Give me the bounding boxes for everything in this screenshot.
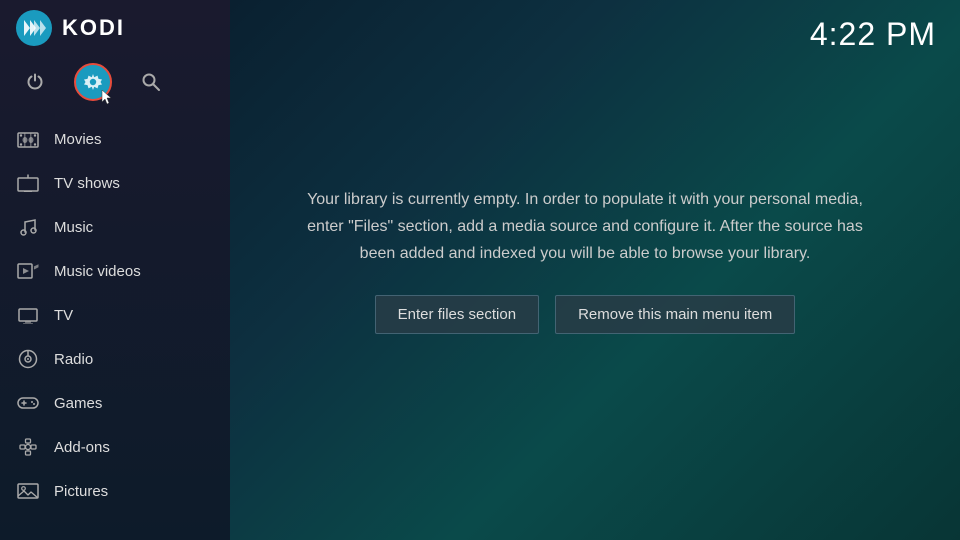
add-ons-label: Add-ons — [54, 439, 110, 456]
main-content: 4:22 PM Your library is currently empty.… — [230, 0, 960, 540]
settings-button[interactable] — [74, 63, 112, 101]
games-icon — [16, 391, 40, 415]
time-display: 4:22 PM — [810, 16, 936, 53]
music-label: Music — [54, 219, 93, 236]
empty-library-section: Your library is currently empty. In orde… — [230, 0, 960, 540]
search-icon — [141, 72, 161, 92]
remove-menu-item-button[interactable]: Remove this main menu item — [555, 295, 795, 334]
music-icon — [16, 215, 40, 239]
enter-files-section-button[interactable]: Enter files section — [375, 295, 539, 334]
sidebar-item-movies[interactable]: Movies — [0, 117, 230, 161]
search-button[interactable] — [132, 63, 170, 101]
tv-label: TV — [54, 307, 73, 324]
action-buttons-row: Enter files section Remove this main men… — [375, 295, 796, 334]
sidebar-header: KODI — [0, 0, 230, 55]
sidebar-item-games[interactable]: Games — [0, 381, 230, 425]
empty-library-message: Your library is currently empty. In orde… — [290, 186, 880, 268]
sidebar-icons-row — [0, 55, 230, 113]
radio-label: Radio — [54, 351, 93, 368]
sidebar-item-radio[interactable]: Radio — [0, 337, 230, 381]
sidebar: KODI — [0, 0, 230, 540]
app-title: KODI — [62, 15, 125, 41]
tv-shows-icon — [16, 171, 40, 195]
power-icon — [26, 73, 44, 91]
pictures-icon — [16, 479, 40, 503]
pictures-label: Pictures — [54, 483, 108, 500]
kodi-logo-icon — [16, 10, 52, 46]
sidebar-item-add-ons[interactable]: Add-ons — [0, 425, 230, 469]
tv-shows-label: TV shows — [54, 175, 120, 192]
music-videos-icon — [16, 259, 40, 283]
movies-icon — [16, 127, 40, 151]
sidebar-item-pictures[interactable]: Pictures — [0, 469, 230, 513]
radio-icon — [16, 347, 40, 371]
power-button[interactable] — [16, 63, 54, 101]
sidebar-item-music[interactable]: Music — [0, 205, 230, 249]
tv-icon — [16, 303, 40, 327]
nav-menu: Movies TV shows Music — [0, 113, 230, 540]
sidebar-item-tv-shows[interactable]: TV shows — [0, 161, 230, 205]
sidebar-item-tv[interactable]: TV — [0, 293, 230, 337]
sidebar-item-music-videos[interactable]: Music videos — [0, 249, 230, 293]
addons-icon — [16, 435, 40, 459]
games-label: Games — [54, 395, 102, 412]
movies-label: Movies — [54, 131, 102, 148]
music-videos-label: Music videos — [54, 263, 141, 280]
mouse-cursor-icon — [100, 89, 116, 105]
